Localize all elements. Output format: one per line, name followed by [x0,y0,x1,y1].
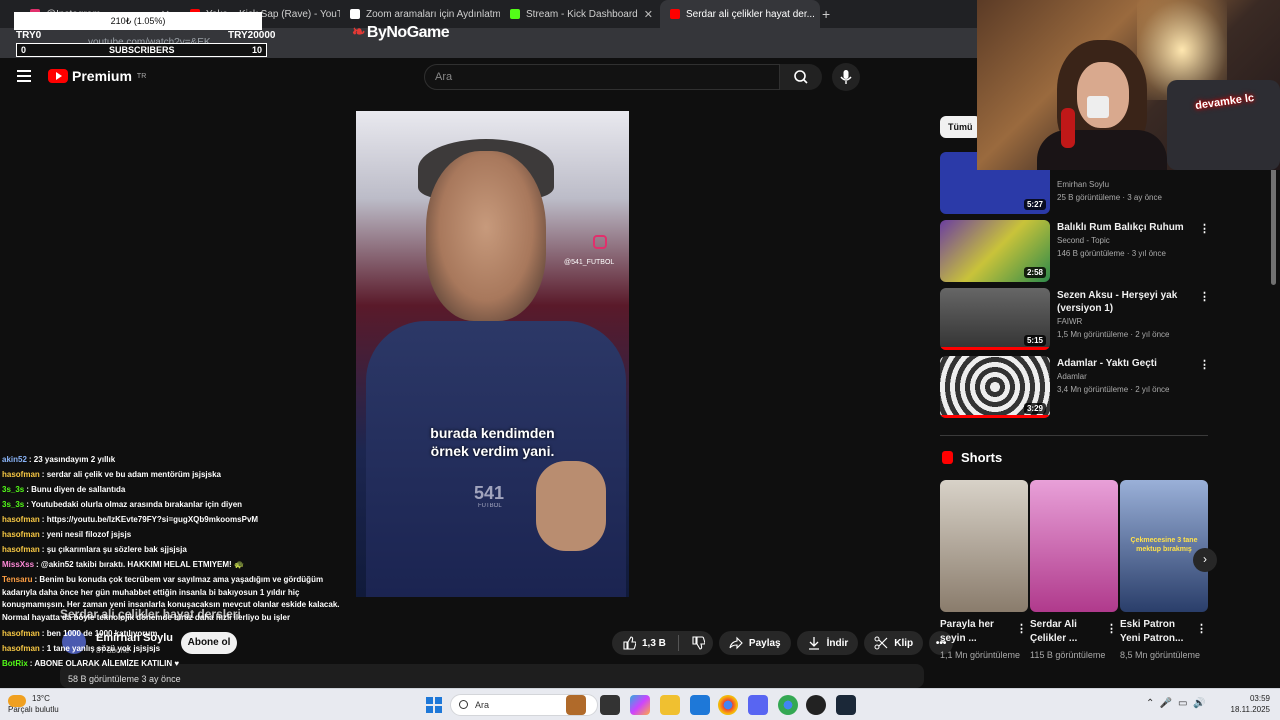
video-watermark: 541 [474,483,505,503]
video-handle: @541_FUTBOL [564,259,615,266]
clock[interactable]: 03:59 18.11.2025 [1228,693,1270,715]
shorts-icon [942,451,953,464]
tab-serdar-video[interactable]: Serdar ali çelikler hayat der... ✕ [660,0,820,28]
video-thumbnail: 3:29 [940,356,1050,418]
chat-message: hasofman: yeni nesil filozof jsjsjs [2,530,132,539]
microphone-icon [840,70,852,84]
video-player[interactable]: @541_FUTBOL burada kendimden örnek verdi… [356,111,629,597]
bynogame-logo: ❧ ByNoGame [352,24,450,41]
clip-button[interactable]: Klip [864,631,924,655]
subscriber-goal: 0 SUBSCRIBERS 10 [16,43,267,57]
thumbs-down-icon[interactable] [691,636,705,650]
youtube-play-icon [48,69,68,83]
windows-start-button[interactable] [426,697,442,713]
shorts-next-button[interactable]: › [1193,548,1217,572]
filter-chip-all[interactable]: Tümü [940,116,981,138]
video-thumbnail: 2:58 [940,220,1050,282]
share-icon [729,636,743,650]
more-options-icon[interactable]: ⋮ [1196,622,1207,635]
hamburger-menu-icon[interactable] [17,70,31,82]
download-button[interactable]: İndir [796,631,859,655]
donation-goal-progress: 210₺ (1.05%) [14,12,262,30]
streamer-webcam: devamke lc [977,0,1280,170]
copilot-icon[interactable] [630,695,650,715]
share-button[interactable]: Paylaş [718,631,791,655]
voice-search-button[interactable] [832,63,860,91]
chat-message: 3s_3s: Youtubedaki olurla olmaz arasında… [2,500,243,509]
download-icon [808,637,819,650]
scissors-icon [874,636,888,650]
goal-start-label: TRY0 [16,30,42,41]
short-thumbnail [940,480,1028,612]
more-options-icon[interactable]: ⋮ [1199,358,1210,371]
task-view-icon[interactable] [600,695,620,715]
short-item[interactable]: Parayla her şeyin ... 1,1 Mn görüntüleme… [940,480,1028,662]
like-button[interactable]: 1,3 B [612,631,713,655]
search-button[interactable] [780,64,822,90]
chat-message: MissXss: @akin52 takibi bıraktı. HAKKIMI… [2,560,244,569]
video-actions: 1,3 B Paylaş İndir Klip ••• [612,631,954,655]
youtube-premium-logo[interactable]: Premium TR [48,68,146,84]
video-views: 58 B görüntüleme 3 ay önce [68,674,181,684]
more-options-icon[interactable]: ⋮ [1199,222,1210,235]
chat-message: akin52: 23 yasındayım 2 yıllık [2,455,116,464]
microphone-icon [1061,108,1075,148]
kick-icon [510,9,520,19]
file-explorer-icon[interactable] [660,695,680,715]
weather-icon [8,695,26,707]
tab-kick-dashboard[interactable]: Stream - Kick Dashboard ✕ [500,0,660,28]
goal-target-label: TRY20000 [228,30,276,41]
shorts-heading: Shorts [942,450,1002,465]
steam-icon[interactable] [836,695,856,715]
youtube-icon [670,9,680,19]
chat-message: hasofman: ben 1000 de 1000 katılıyorum [2,629,158,638]
new-tab-button[interactable]: + [822,6,830,22]
chevron-right-icon: › [1203,552,1207,566]
store-icon[interactable] [690,695,710,715]
chat-message: hasofman: serdar ali çelik ve bu adam me… [2,470,221,479]
chat-message: hasofman: https://youtu.be/IzKEvte79FY?s… [2,515,259,524]
recommended-video[interactable]: 3:29 Adamlar - Yaktı Geçti Adamlar 3,4 M… [940,356,1210,418]
chat-message: Tensaru: Benim bu konuda çok tecrübem va… [2,575,340,622]
taskbar-app-icon[interactable] [566,695,586,715]
more-options-icon[interactable]: ⋮ [1199,290,1210,303]
system-tray[interactable]: ⌃ 🎤 ▭ 🔊 [1146,698,1205,709]
chat-message: 3s_3s: Bunu diyen de sallantıda [2,485,126,494]
short-thumbnail [1030,480,1118,612]
obs-icon[interactable] [806,695,826,715]
search-input[interactable]: Ara [424,64,780,90]
more-options-icon[interactable]: ⋮ [1106,622,1117,635]
video-thumbnail: 5:15 [940,288,1050,350]
instagram-icon [593,235,607,249]
youtube-header: Premium TR Ara [0,58,980,98]
short-item[interactable]: Çekmecesine 3 tane mektup bırakmış Eski … [1120,480,1208,662]
windows-taskbar: 13°C Parçalı bulutlu Ara ⌃ 🎤 ▭ 🔊 03:59 1… [0,688,1280,720]
chat-message: BotRix: ABONE OLARAK AİLEMİZE KATILIN ♥ [2,659,180,668]
thumbs-up-icon [623,636,636,650]
chrome-profile-icon[interactable] [778,695,798,715]
discord-icon[interactable] [748,695,768,715]
short-item[interactable]: Serdar Ali Çelikler ... 115 B görüntülem… [1030,480,1118,662]
section-divider [940,435,1208,436]
recommended-video[interactable]: 2:58 Balıklı Rum Balıkçı Ruhum Second - … [940,220,1210,282]
live-chat-overlay: akin52: 23 yasındayım 2 yıllık hasofman:… [2,452,342,671]
search-icon [459,700,468,709]
search-icon [794,70,808,84]
screen: @Instagram ✕ Yeka... Kick Sap (Rave) - Y… [0,0,1280,720]
recommended-video[interactable]: 5:15 Sezen Aksu - Herşeyi yak (versiyon … [940,288,1210,350]
weather-widget[interactable]: 13°C Parçalı bulutlu [8,693,59,715]
chat-message: hasofman: 1 tane yanlış sözü yok jsjsjsj… [2,644,161,653]
short-thumbnail: Çekmecesine 3 tane mektup bırakmış [1120,480,1208,612]
chat-message: hasofman: şu çıkarımlara şu sözlere bak … [2,545,187,554]
chrome-icon[interactable] [718,695,738,715]
page-icon [350,9,360,19]
close-tab-icon[interactable]: ✕ [644,8,653,21]
more-options-icon[interactable]: ⋮ [1016,622,1027,635]
video-subtitle: burada kendimden örnek verdim yani. [430,425,555,459]
